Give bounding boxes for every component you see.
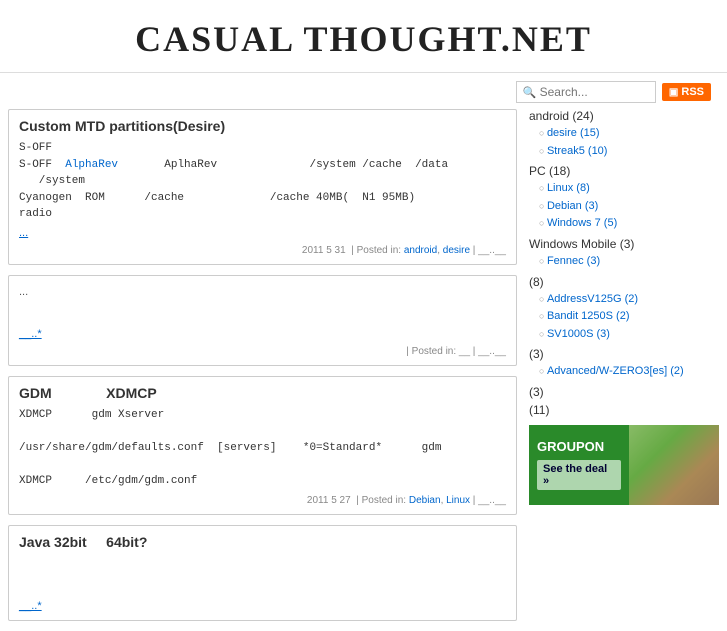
groupon-ad[interactable]: GROUPON See the deal » xyxy=(529,425,719,505)
sidebar-category-3a: (3) Advanced/W-ZERO3[es] (2) xyxy=(529,347,719,381)
post-meta-2: | Posted in: __ | __..__ xyxy=(19,346,506,357)
post-box-1: Custom MTD partitions(Desire) S-OFF S-OF… xyxy=(8,109,517,265)
sidebar-section-title-3b: (3) xyxy=(529,385,719,399)
sidebar-category-android: android (24) desire (15) Streak5 (10) xyxy=(529,109,719,160)
list-item: Bandit 1250S (2) xyxy=(539,308,719,326)
sidebar-category-11: (11) xyxy=(529,403,719,417)
list-item: Fennec (3) xyxy=(539,253,719,271)
post-box-2: ... __..* | Posted in: __ | __..__ xyxy=(8,275,517,366)
sidebar-section-title-3a: (3) xyxy=(529,347,719,361)
tag-android[interactable]: android xyxy=(404,245,437,256)
post-read-more-4[interactable]: __..* xyxy=(19,600,42,612)
tag-debian[interactable]: Debian xyxy=(409,495,441,506)
post-body-4 xyxy=(19,556,506,596)
post-box-4: Java 32bit 64bit? __..* xyxy=(8,525,517,621)
list-item: desire (15) xyxy=(539,125,719,143)
list-item: Windows 7 (5) xyxy=(539,215,719,233)
alpharev-link[interactable]: AlphaRev xyxy=(65,159,118,171)
sidebar-list-pc: Linux (8) Debian (3) Windows 7 (5) xyxy=(529,180,719,233)
site-header: CASUAL THOUGHT.NET xyxy=(0,0,727,73)
list-item: Streak5 (10) xyxy=(539,143,719,161)
sidebar-section-title-pc: PC (18) xyxy=(529,164,719,178)
search-input-wrap: 🔍 xyxy=(516,81,656,103)
post-body-2: ... xyxy=(19,284,506,324)
tag-linux[interactable]: Linux xyxy=(446,495,470,506)
post-box-3: GDM XDMCP XDMCP gdm Xserver /usr/share/g… xyxy=(8,376,517,516)
list-item: Linux (8) xyxy=(539,180,719,198)
sidebar-section-title-android: android (24) xyxy=(529,109,719,123)
rss-label: RSS xyxy=(681,86,704,98)
sidebar-section-title-winmobile: Windows Mobile (3) xyxy=(529,237,719,251)
search-bar: 🔍 ▣ RSS xyxy=(0,73,727,109)
sidebar-list-8: AddressV125G (2) Bandit 1250S (2) SV1000… xyxy=(529,291,719,344)
post-title-4: Java 32bit 64bit? xyxy=(19,534,506,550)
post-meta-3: 2011 5 27 | Posted in: Debian, Linux | _… xyxy=(19,495,506,506)
sidebar-section-title-8: (8) xyxy=(529,275,719,289)
sidebar-section-title-11: (11) xyxy=(529,403,719,417)
groupon-brand: GROUPON xyxy=(537,439,604,454)
content-area: Custom MTD partitions(Desire) S-OFF S-OF… xyxy=(8,109,517,631)
tag-desire[interactable]: desire xyxy=(443,245,470,256)
post-title-1: Custom MTD partitions(Desire) xyxy=(19,118,506,134)
search-icon: 🔍 xyxy=(523,86,537,99)
site-title: CASUAL THOUGHT.NET xyxy=(0,18,727,60)
list-item: AddressV125G (2) xyxy=(539,291,719,309)
sidebar: android (24) desire (15) Streak5 (10) PC… xyxy=(529,109,719,631)
search-input[interactable] xyxy=(540,85,655,99)
list-item: Debian (3) xyxy=(539,198,719,216)
post-read-more-1[interactable]: ... xyxy=(19,227,28,239)
sidebar-category-winmobile: Windows Mobile (3) Fennec (3) xyxy=(529,237,719,271)
list-item: Advanced/W-ZERO3[es] (2) xyxy=(539,363,719,381)
rss-button[interactable]: ▣ RSS xyxy=(662,83,711,101)
sidebar-category-8: (8) AddressV125G (2) Bandit 1250S (2) SV… xyxy=(529,275,719,344)
rss-icon: ▣ xyxy=(669,87,678,98)
sidebar-category-3b: (3) xyxy=(529,385,719,399)
sidebar-list-winmobile: Fennec (3) xyxy=(529,253,719,271)
post-read-more-2[interactable]: __..* xyxy=(19,328,42,340)
main-layout: Custom MTD partitions(Desire) S-OFF S-OF… xyxy=(0,109,727,631)
groupon-cta[interactable]: See the deal » xyxy=(537,460,621,490)
list-item: SV1000S (3) xyxy=(539,326,719,344)
post-body-3: XDMCP gdm Xserver /usr/share/gdm/default… xyxy=(19,407,506,490)
sidebar-category-pc: PC (18) Linux (8) Debian (3) Windows 7 (… xyxy=(529,164,719,233)
sidebar-list-3a: Advanced/W-ZERO3[es] (2) xyxy=(529,363,719,381)
post-meta-1: 2011 5 31 | Posted in: android, desire |… xyxy=(19,245,506,256)
post-title-3: GDM XDMCP xyxy=(19,385,506,401)
sidebar-list-android: desire (15) Streak5 (10) xyxy=(529,125,719,160)
groupon-image xyxy=(629,425,719,505)
post-body-1: S-OFF S-OFF AlphaRev AplhaRev /system /c… xyxy=(19,140,506,223)
